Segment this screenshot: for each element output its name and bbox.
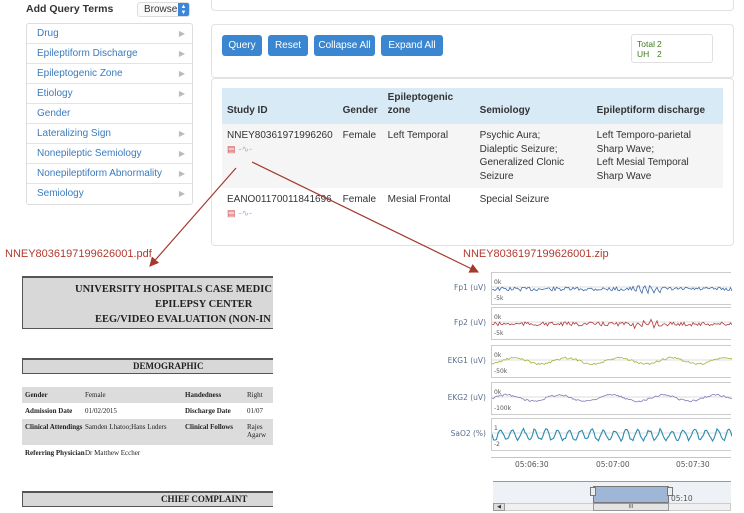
report-title-line: EPILEPSY CENTER (155, 299, 253, 310)
field-label: Handedness (185, 391, 222, 399)
demographic-row: Gender Female Handedness Right (22, 387, 273, 403)
field-label: Gender (25, 391, 48, 399)
report-title-line: EEG/VIDEO EVALUATION (NON-IN (95, 314, 271, 325)
field-value: Samden Lhatoo;Hans Luders (85, 423, 167, 431)
zip-filename: NNEY8036197199626001.zip (463, 248, 609, 260)
navigator-label: 05:10 (671, 494, 693, 503)
channel-waveform (492, 356, 732, 366)
pdf-preview: UNIVERSITY HOSPITALS CASE MEDIC EPILEPSY… (22, 274, 273, 513)
field-value: Rajes Agarw (247, 423, 267, 439)
channel-label: Fp1 (uV) (454, 283, 486, 292)
demographic-row: Clinical Attendings Samden Lhatoo;Hans Lu… (22, 419, 273, 445)
field-label: Clinical Follows (185, 423, 234, 431)
navigator-selection[interactable] (593, 486, 669, 503)
waveform-trace (492, 427, 732, 443)
field-label: Referring Physician (25, 449, 85, 457)
field-value: Right (247, 391, 263, 399)
channel-label: EKG1 (uV) (447, 356, 486, 365)
time-tick: 05:06:30 (515, 460, 549, 469)
demographic-heading: DEMOGRAPHIC (22, 358, 273, 374)
time-tick: 05:07:00 (596, 460, 630, 469)
field-value: 01/07 (247, 407, 263, 415)
scrollbar-thumb[interactable]: III (593, 503, 669, 511)
field-value: Dr Matthew Eccher (85, 449, 141, 457)
field-value: 01/02/2015 (85, 407, 117, 415)
field-value: Female (85, 391, 106, 399)
channel-plot: 0k -100k (491, 382, 732, 415)
time-axis (491, 457, 731, 458)
channel-plot: 0k -5k (491, 272, 732, 305)
field-label: Discharge Date (185, 407, 231, 415)
demographic-row: Referring Physician Dr Matthew Eccher (22, 445, 273, 461)
pdf-filename: NNEY8036197199626001.pdf (5, 248, 152, 260)
channel-label: SaO2 (%) (450, 429, 486, 438)
scroll-left-arrow-icon[interactable]: ◀ (493, 503, 505, 511)
zip-arrow (251, 161, 480, 273)
time-tick: 05:07:30 (676, 460, 710, 469)
channel-plot: 0k -5k (491, 307, 732, 340)
channel-waveform (492, 393, 732, 403)
navigator-handle-left[interactable] (590, 487, 596, 496)
chief-complaint-heading: CHIEF COMPLAINT (22, 491, 273, 507)
pdf-arrow (149, 167, 237, 267)
field-label: Admission Date (25, 407, 73, 415)
waveform-trace (492, 318, 732, 330)
report-header: UNIVERSITY HOSPITALS CASE MEDIC EPILEPSY… (22, 276, 273, 329)
channel-label: Fp2 (uV) (454, 318, 486, 327)
channel-plot: 1 -2 (491, 418, 732, 451)
demographic-row: Admission Date 01/02/2015 Discharge Date 01… (22, 403, 273, 419)
report-title-line: UNIVERSITY HOSPITALS CASE MEDIC (75, 284, 272, 295)
field-label: Clinical Attendings (25, 423, 83, 431)
channel-waveform (492, 285, 732, 295)
demographic-table: Gender Female Handedness Right Admission Da… (22, 387, 273, 461)
channel-label: EKG2 (uV) (447, 393, 486, 402)
channel-plot: 0k -50k (491, 345, 732, 378)
waveform-trace (492, 393, 732, 403)
channel-waveform (492, 427, 732, 443)
waveform-trace (492, 356, 732, 366)
channel-waveform (492, 318, 732, 330)
